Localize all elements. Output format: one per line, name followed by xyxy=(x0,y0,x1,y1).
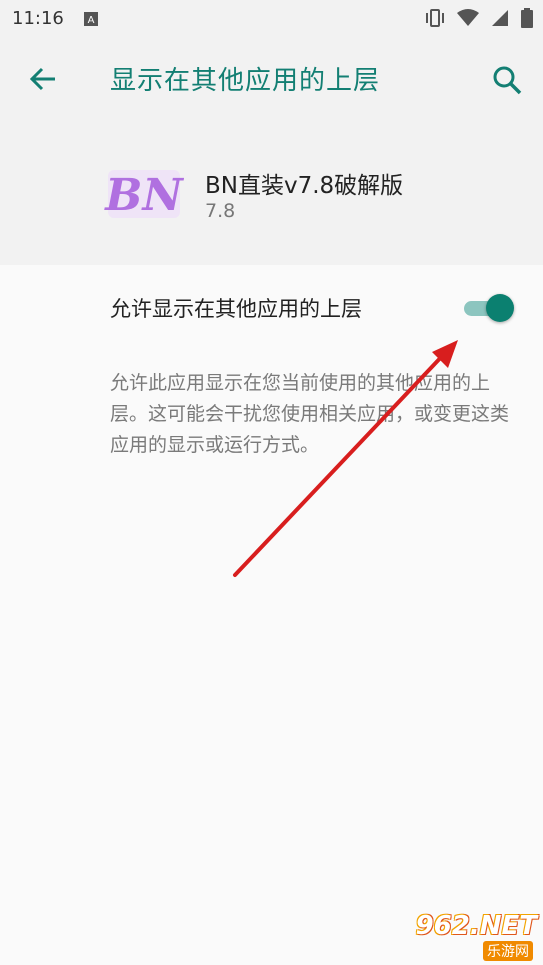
app-info-header: BN BN直装v7.8破解版 7.8 xyxy=(0,124,543,265)
battery-icon xyxy=(521,8,533,32)
switch-thumb xyxy=(486,294,514,322)
status-time: 11:16 xyxy=(12,8,64,29)
app-version: 7.8 xyxy=(205,200,236,222)
search-icon xyxy=(493,66,522,95)
app-bar: 显示在其他应用的上层 xyxy=(0,36,543,124)
vibrate-icon xyxy=(425,9,445,31)
signal-icon xyxy=(491,9,509,31)
svg-text:A: A xyxy=(88,15,95,26)
wifi-icon xyxy=(457,9,479,31)
back-button[interactable] xyxy=(28,64,58,94)
watermark: 962.NET 乐游网 xyxy=(405,911,537,961)
status-bar: 11:16 A xyxy=(0,0,543,36)
notification-a-icon: A xyxy=(84,11,98,30)
search-button[interactable] xyxy=(491,64,523,96)
app-icon: BN xyxy=(103,164,184,224)
permission-description: 允许此应用显示在您当前使用的其他应用的上层。这可能会干扰您使用相关应用，或变更这… xyxy=(110,372,510,456)
page-title: 显示在其他应用的上层 xyxy=(110,66,381,96)
permission-label: 允许显示在其他应用的上层 xyxy=(110,297,362,321)
watermark-subtitle: 乐游网 xyxy=(483,941,533,961)
app-name: BN直装v7.8破解版 xyxy=(205,173,404,199)
watermark-logo: 962.NET xyxy=(415,911,537,941)
back-arrow-icon xyxy=(29,67,55,91)
app-icon-logo: BN xyxy=(104,170,184,221)
permission-toggle-row[interactable]: 允许显示在其他应用的上层 xyxy=(0,265,543,350)
permission-switch[interactable] xyxy=(462,293,516,323)
